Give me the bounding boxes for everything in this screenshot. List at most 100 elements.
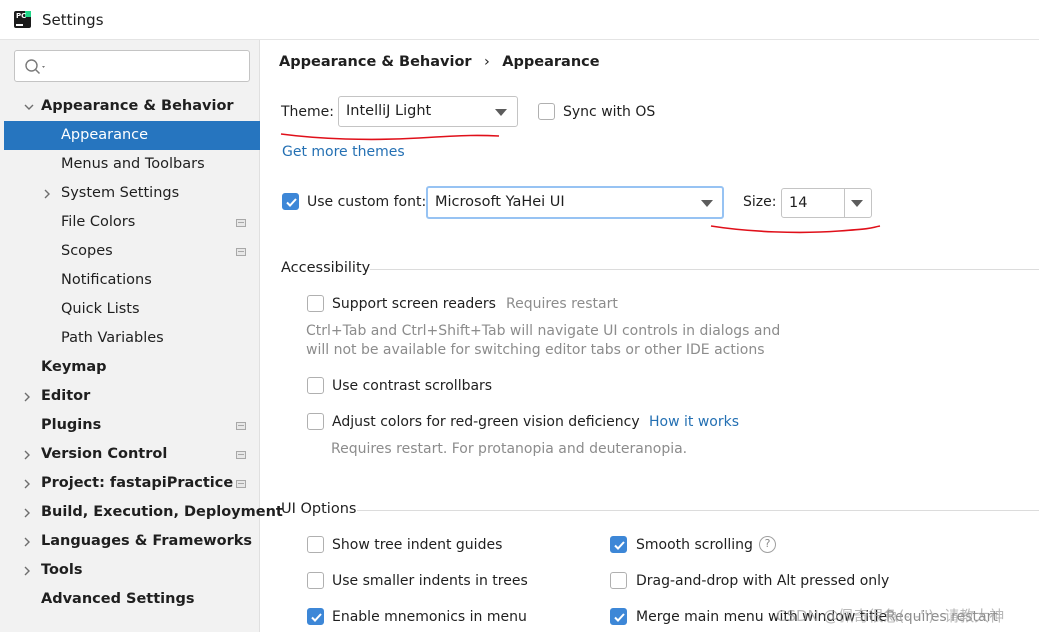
- support-screen-readers-checkbox[interactable]: [307, 295, 324, 312]
- sidebar-item-version-control[interactable]: Version Control: [0, 440, 260, 469]
- project-level-icon: [236, 480, 246, 488]
- adjust-colors-checkbox[interactable]: [307, 413, 324, 430]
- project-level-icon: [236, 248, 246, 256]
- get-more-themes-link[interactable]: Get more themes: [282, 144, 405, 160]
- settings-sidebar: Appearance & Behavior Appearance Menus a…: [0, 40, 283, 632]
- red-underline-annotation: [280, 133, 500, 141]
- sidebar-item-label: Editor: [41, 388, 91, 404]
- screen-readers-description-line1: Ctrl+Tab and Ctrl+Shift+Tab will navigat…: [306, 323, 781, 339]
- chevron-right-icon: [24, 566, 30, 576]
- settings-search-input[interactable]: [14, 50, 250, 82]
- sidebar-item-label: Appearance: [61, 127, 149, 143]
- check-icon: [614, 613, 625, 622]
- sidebar-item-label: Keymap: [41, 359, 107, 375]
- sidebar-item-keymap[interactable]: Keymap: [0, 353, 260, 382]
- mnemonics-menu-label: Enable mnemonics in menu: [332, 609, 527, 625]
- theme-dropdown-value: IntelliJ Light: [346, 103, 432, 119]
- sidebar-item-tools[interactable]: Tools: [0, 556, 260, 585]
- use-custom-font-label: Use custom font:: [307, 194, 427, 210]
- smaller-indents-label: Use smaller indents in trees: [332, 573, 528, 589]
- adjust-colors-label: Adjust colors for red-green vision defic…: [332, 414, 640, 430]
- accessibility-section-title: Accessibility: [281, 260, 371, 276]
- sidebar-item-file-colors[interactable]: File Colors: [0, 208, 260, 237]
- check-icon: [311, 613, 322, 622]
- help-icon[interactable]: ?: [759, 536, 776, 553]
- red-underline-annotation: [710, 225, 881, 234]
- sidebar-item-label: System Settings: [61, 185, 180, 201]
- sidebar-item-appearance-behavior[interactable]: Appearance & Behavior: [0, 92, 260, 121]
- chevron-right-icon: [24, 479, 30, 489]
- project-level-icon: [236, 422, 246, 430]
- breadcrumb: Appearance & Behavior › Appearance: [279, 54, 600, 70]
- chevron-right-icon: [24, 537, 30, 547]
- tree-indent-guides-label: Show tree indent guides: [332, 537, 503, 553]
- sidebar-item-label: Path Variables: [61, 330, 164, 346]
- chevron-right-icon: [24, 508, 30, 518]
- project-level-icon: [236, 219, 246, 227]
- chevron-right-icon: [24, 392, 30, 402]
- font-size-combobox[interactable]: 14: [781, 188, 872, 218]
- font-size-label: Size:: [743, 194, 777, 210]
- sidebar-item-editor[interactable]: Editor: [0, 382, 260, 411]
- sidebar-item-label: Quick Lists: [61, 301, 140, 317]
- dropdown-arrow-icon: [701, 200, 713, 207]
- breadcrumb-parent[interactable]: Appearance & Behavior: [279, 54, 472, 70]
- contrast-scrollbars-checkbox[interactable]: [307, 377, 324, 394]
- smaller-indents-checkbox[interactable]: [307, 572, 324, 589]
- drag-drop-alt-label: Drag-and-drop with Alt pressed only: [636, 573, 890, 589]
- section-divider: [357, 510, 1039, 511]
- use-custom-font-checkbox[interactable]: [282, 193, 299, 210]
- font-family-dropdown[interactable]: Microsoft YaHei UI: [426, 186, 724, 219]
- ui-options-section-title: UI Options: [281, 501, 357, 517]
- sidebar-item-languages-frameworks[interactable]: Languages & Frameworks: [0, 527, 260, 556]
- sidebar-item-label: File Colors: [61, 214, 136, 230]
- how-it-works-link[interactable]: How it works: [649, 414, 739, 430]
- sidebar-item-label: Plugins: [41, 417, 102, 433]
- sidebar-item-system-settings[interactable]: System Settings: [0, 179, 260, 208]
- sync-with-os-checkbox[interactable]: [538, 103, 555, 120]
- screen-readers-description-line2: will not be available for switching edit…: [306, 342, 765, 358]
- sidebar-item-label: Notifications: [61, 272, 152, 288]
- sidebar-item-quick-lists[interactable]: Quick Lists: [0, 295, 260, 324]
- theme-label: Theme:: [281, 104, 335, 120]
- check-icon: [614, 541, 625, 550]
- sidebar-item-project[interactable]: Project: fastapiPractice: [0, 469, 260, 498]
- sidebar-item-label: Menus and Toolbars: [61, 156, 205, 172]
- chevron-right-icon: [24, 450, 30, 460]
- breadcrumb-current: Appearance: [502, 54, 600, 70]
- title-bar: PC Settings: [0, 0, 1039, 40]
- sidebar-item-label: Languages & Frameworks: [41, 533, 253, 549]
- chevron-down-icon: [24, 104, 34, 110]
- sidebar-item-scopes[interactable]: Scopes: [0, 237, 260, 266]
- support-screen-readers-label: Support screen readers: [332, 296, 496, 312]
- sidebar-item-label: Tools: [41, 562, 83, 578]
- settings-content: Appearance & Behavior › Appearance Theme…: [261, 40, 1039, 632]
- contrast-scrollbars-label: Use contrast scrollbars: [332, 378, 493, 394]
- window-title: Settings: [42, 11, 104, 29]
- dropdown-arrow-icon: [495, 109, 507, 116]
- chevron-right-icon: [44, 189, 50, 199]
- sidebar-item-label: Build, Execution, Deployment: [41, 504, 283, 520]
- smooth-scrolling-checkbox[interactable]: [610, 536, 627, 553]
- merge-main-menu-checkbox[interactable]: [610, 608, 627, 625]
- theme-dropdown[interactable]: IntelliJ Light: [338, 96, 518, 127]
- sidebar-item-build-execution[interactable]: Build, Execution, Deployment: [0, 498, 283, 527]
- sidebar-item-advanced-settings[interactable]: Advanced Settings: [0, 585, 260, 614]
- project-level-icon: [236, 451, 246, 459]
- csdn-watermark: CSDN @佩奇很急(- -'')- 请教大神: [776, 607, 1005, 625]
- font-size-value: 14: [789, 195, 808, 211]
- sidebar-item-menus-toolbars[interactable]: Menus and Toolbars: [0, 150, 260, 179]
- dropdown-arrow-icon: [851, 200, 863, 207]
- pycharm-app-icon: PC: [14, 11, 31, 28]
- sidebar-item-label: Scopes: [61, 243, 113, 259]
- sidebar-item-plugins[interactable]: Plugins: [0, 411, 260, 440]
- sidebar-item-path-variables[interactable]: Path Variables: [0, 324, 260, 353]
- mnemonics-menu-checkbox[interactable]: [307, 608, 324, 625]
- tree-indent-guides-checkbox[interactable]: [307, 536, 324, 553]
- sidebar-item-appearance[interactable]: Appearance: [4, 121, 260, 150]
- font-family-value: Microsoft YaHei UI: [435, 194, 565, 210]
- drag-drop-alt-checkbox[interactable]: [610, 572, 627, 589]
- sidebar-item-label: Version Control: [41, 446, 168, 462]
- sidebar-item-notifications[interactable]: Notifications: [0, 266, 260, 295]
- sync-with-os-label: Sync with OS: [563, 104, 656, 120]
